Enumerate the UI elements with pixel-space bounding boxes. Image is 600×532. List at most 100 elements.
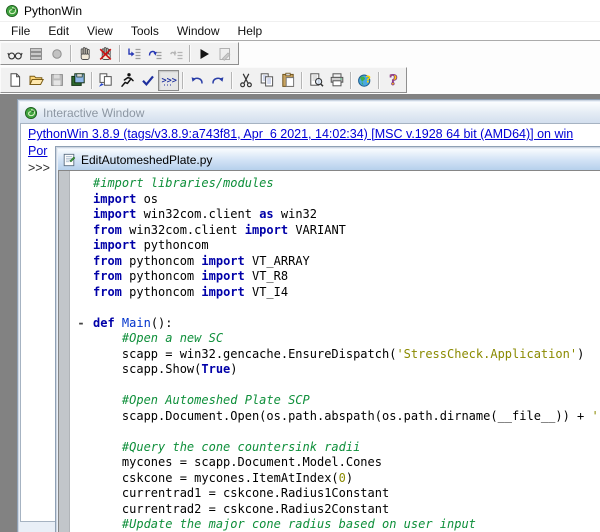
code-line: from win32com.client import VARIANT [59,223,600,239]
toolbar-separator [91,72,92,89]
help-about-icon: ? [385,72,401,88]
code-text: import pythoncom [93,238,209,252]
edit-breakpoints-button [214,44,235,63]
code-text: from pythoncom import VT_I4 [93,285,288,299]
standard-toolbar: >>>?? [0,67,407,93]
code-line: #import libraries/modules [59,176,600,192]
menu-item-tools[interactable]: Tools [122,23,168,39]
code-line: from pythoncom import VT_ARRAY [59,254,600,270]
code-text: scapp = win32.gencache.EnsureDispatch('S… [93,347,584,361]
svg-text:>>>: >>> [161,76,176,86]
save-all-button[interactable] [67,70,88,91]
step-over-button[interactable] [144,44,165,63]
fold-marker[interactable]: - [72,316,90,330]
stop-debugging-button[interactable] [95,44,116,63]
paste-button[interactable] [277,70,298,91]
code-line: cskcone = mycones.ItemAtIndex(0) [59,471,600,487]
save-file-icon [49,72,65,88]
code-text: #Update the major cone radius based on u… [93,517,476,531]
toolbar-separator [182,72,183,89]
code-text: cskcone = mycones.ItemAtIndex(0) [93,471,353,485]
redo-button[interactable] [207,70,228,91]
step-out-button [165,44,186,63]
stack-view-button [25,44,46,63]
breakpoint-toggle-button [46,44,67,63]
editor-content[interactable]: #import libraries/modulesimport osimport… [58,170,600,532]
stop-debugging-icon [98,46,114,62]
code-line: #Open a new SC [59,331,600,347]
code-text: scapp.Show(True) [93,362,238,376]
step-button[interactable] [74,44,95,63]
code-text: import os [93,192,158,206]
code-line: #Query the cone countersink radii [59,440,600,456]
run-icon [196,46,212,62]
step-out-icon [168,46,184,62]
run-script-icon [119,72,135,88]
watch-button[interactable] [4,44,25,63]
help-about-button[interactable]: ? [382,70,403,91]
code-text: scapp.Document.Open(os.path.abspath(os.p… [93,409,599,423]
svg-text:?: ? [389,73,397,88]
toolbar-band: >>>?? [0,41,600,94]
code-line [59,378,600,394]
step-into-icon [126,46,142,62]
breakpoint-toggle-icon [49,46,65,62]
code-text: from pythoncom import VT_ARRAY [93,254,310,268]
code-text: from win32com.client import VARIANT [93,223,346,237]
new-file-button[interactable] [4,70,25,91]
copy-icon [259,72,275,88]
toolbar-separator [70,45,71,62]
code-text: mycones = scapp.Document.Model.Cones [93,455,382,469]
menu-item-help[interactable]: Help [229,23,272,39]
run-script-button[interactable] [116,70,137,91]
mdi-area: Interactive Window PythonWin 3.8.9 (tags… [0,94,600,532]
menu-item-file[interactable]: File [2,23,39,39]
print-preview-icon [308,72,324,88]
open-file-button[interactable] [25,70,46,91]
code-text: #Query the cone countersink radii [93,440,360,454]
code-line: currentrad2 = cskcone.Radius2Constant [59,502,600,518]
save-file-button [46,70,67,91]
interactive-window-titlebar[interactable]: Interactive Window [20,102,600,123]
toolbar-separator [301,72,302,89]
help-contents-button[interactable]: ? [354,70,375,91]
print-button[interactable] [326,70,347,91]
cut-button[interactable] [235,70,256,91]
menu-item-window[interactable]: Window [168,23,229,39]
stack-view-icon [28,46,44,62]
code-line: scapp.Show(True) [59,362,600,378]
code-line: #Open Automeshed Plate SCP [59,393,600,409]
print-preview-button[interactable] [305,70,326,91]
editor-window-title: EditAutomeshedPlate.py [81,153,212,167]
reload-script-button[interactable] [95,70,116,91]
menu-item-edit[interactable]: Edit [39,23,78,39]
toolbar-separator [189,45,190,62]
menubar: FileEditViewToolsWindowHelp [0,22,600,41]
menu-item-view[interactable]: View [78,23,122,39]
interactive-window-toggle-button[interactable]: >>> [158,70,179,91]
window-title: PythonWin [24,4,82,18]
run-button[interactable] [193,44,214,63]
code-line: scapp.Document.Open(os.path.abspath(os.p… [59,409,600,425]
check-script-button[interactable] [137,70,158,91]
code-line: import os [59,192,600,208]
copy-button[interactable] [256,70,277,91]
undo-button[interactable] [186,70,207,91]
main-titlebar[interactable]: PythonWin [0,0,600,22]
code-line: #Update the major cone radius based on u… [59,517,600,532]
code-line: from pythoncom import VT_R8 [59,269,600,285]
code-text: #Open a new SC [93,331,223,345]
interactive-banner-line: PythonWin 3.8.9 (tags/v3.8.9:a743f81, Ap… [28,126,600,143]
step-into-button[interactable] [123,44,144,63]
code-text: #Open Automeshed Plate SCP [93,393,310,407]
cut-icon [238,72,254,88]
code-text: currentrad1 = cskcone.Radius1Constant [93,486,389,500]
code-line: import pythoncom [59,238,600,254]
code-text: currentrad2 = cskcone.Radius2Constant [93,502,389,516]
toolbar-separator [119,45,120,62]
code-text: import win32com.client as win32 [93,207,317,221]
redo-icon [210,72,226,88]
editor-window-titlebar[interactable]: EditAutomeshedPlate.py [58,149,600,170]
python-icon [24,106,38,120]
interactive-window-toggle-icon: >>> [161,72,177,88]
